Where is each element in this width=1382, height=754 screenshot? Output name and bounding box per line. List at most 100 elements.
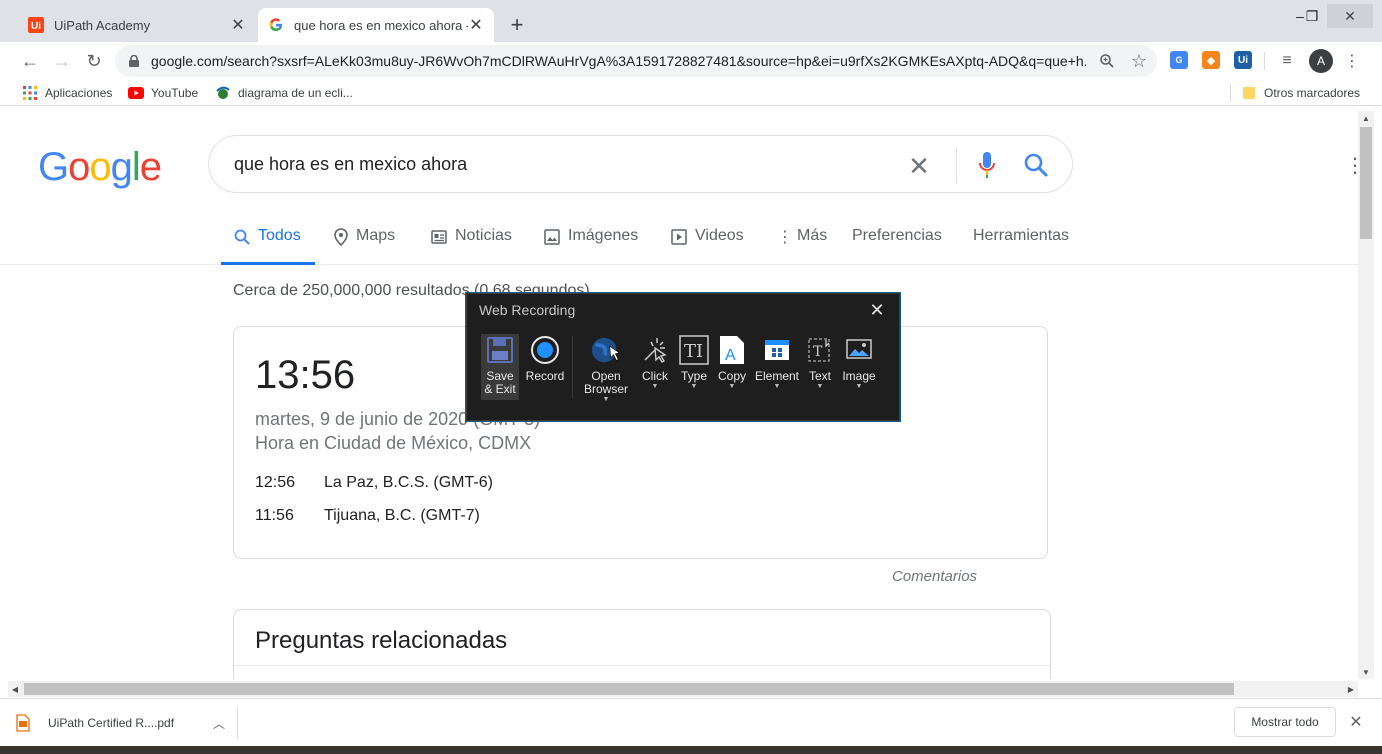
back-icon[interactable]: ← <box>16 48 44 74</box>
tab-videos[interactable]: Videos <box>671 227 744 265</box>
search-input[interactable]: que hora es en mexico ahora <box>208 135 1073 193</box>
scroll-right-icon[interactable]: ▶ <box>1344 681 1358 697</box>
tab-close-icon[interactable]: ✕ <box>230 17 246 34</box>
logo-letter: o <box>89 145 111 189</box>
scrollbar-thumb[interactable] <box>24 683 1234 695</box>
tab-title: que hora es en mexico ahora - Bu <box>294 17 468 33</box>
svg-text:Ui: Ui <box>31 21 41 32</box>
open-browser-button[interactable]: Open Browser ▼ <box>579 334 633 403</box>
logo-letter: g <box>110 145 133 189</box>
forward-icon[interactable]: → <box>48 48 76 74</box>
tab-todos[interactable]: Todos <box>221 227 315 265</box>
svg-text:A: A <box>725 347 736 364</box>
new-tab-icon[interactable]: + <box>506 12 528 37</box>
text-button[interactable]: T Text ▼ <box>805 334 835 400</box>
logo-letter: e <box>139 145 162 189</box>
other-bookmarks[interactable]: Otros marcadores <box>1241 84 1360 102</box>
element-button[interactable]: Element ▼ <box>753 334 801 400</box>
more-dots-icon: ⋮ <box>777 229 793 246</box>
zone-time: 12:56 <box>255 474 296 491</box>
scroll-down-icon[interactable]: ▼ <box>1358 665 1374 679</box>
feedback-link[interactable]: Comentarios <box>892 568 977 585</box>
horizontal-scrollbar[interactable]: ◀ ▶ <box>8 681 1358 697</box>
bookmark-star-icon[interactable]: ☆ <box>1129 51 1149 71</box>
tab-title: UiPath Academy <box>54 17 151 33</box>
microphone-icon[interactable] <box>975 150 999 180</box>
download-item[interactable]: UiPath Certified R....pdf ︿ <box>16 707 238 739</box>
copy-icon: A <box>716 334 748 366</box>
metamask-extension-icon[interactable]: ◆ <box>1202 51 1220 69</box>
toolbar-separator <box>1264 52 1265 70</box>
tab-noticias[interactable]: Noticias <box>431 227 512 265</box>
web-recording-toolbar: Web Recording ✕ Save & Exit Record Open … <box>466 293 900 421</box>
dropdown-caret-icon[interactable]: ▼ <box>856 383 863 391</box>
search-separator <box>956 147 957 183</box>
tool-label: Text <box>808 369 831 383</box>
restore-icon[interactable]: ❐ <box>1300 4 1324 28</box>
address-bar[interactable]: google.com/search?sxsrf=ALeKk03mu8uy-JR6… <box>115 45 1157 77</box>
bookmark-youtube[interactable]: YouTube <box>128 84 198 102</box>
save-exit-button[interactable]: Save & Exit <box>481 334 519 400</box>
uipath-extension-icon[interactable]: Ui <box>1234 51 1252 69</box>
tab-close-icon[interactable]: ✕ <box>468 17 484 34</box>
element-icon <box>761 334 793 366</box>
tool-label: Record <box>525 369 565 383</box>
search-icon <box>234 227 250 247</box>
zone-place: Tijuana, B.C. (GMT-7) <box>324 507 480 524</box>
scroll-up-icon[interactable]: ▲ <box>1358 111 1374 125</box>
media-queue-icon[interactable]: ≡ <box>1277 51 1297 71</box>
search-tabs: Todos Maps Noticias Imágenes Videos ⋮ Má… <box>0 215 1358 265</box>
recorder-title: Web Recording <box>479 302 576 318</box>
dropdown-caret-icon[interactable]: ▼ <box>691 383 698 391</box>
toolbar: ← → ↻ google.com/search?sxsrf=ALeKk03mu8… <box>0 42 1382 80</box>
search-icon[interactable] <box>1022 151 1050 179</box>
clear-search-icon[interactable]: ✕ <box>905 151 933 181</box>
image-button[interactable]: Image ▼ <box>839 334 879 400</box>
copy-button[interactable]: A Copy ▼ <box>715 334 749 400</box>
news-icon <box>431 227 447 247</box>
tab-mas[interactable]: ⋮ Más <box>777 227 827 265</box>
dropdown-caret-icon[interactable]: ▼ <box>774 383 781 391</box>
record-button[interactable]: Record <box>523 334 567 400</box>
svg-text:T: T <box>813 344 823 360</box>
scrollbar-thumb[interactable] <box>1360 127 1372 239</box>
chrome-menu-icon[interactable]: ⋮ <box>1342 51 1362 71</box>
tab-uipath-academy[interactable]: Ui UiPath Academy ✕ <box>18 8 256 42</box>
bookmark-diagrama[interactable]: diagrama de un ecli... <box>215 84 353 102</box>
dropdown-caret-icon[interactable]: ▼ <box>652 383 659 391</box>
page-menu-icon[interactable]: ⋮ <box>1345 153 1358 177</box>
close-download-bar-icon[interactable]: ✕ <box>1346 712 1366 732</box>
vertical-scrollbar[interactable]: ▲ ▼ <box>1358 111 1374 679</box>
tab-maps[interactable]: Maps <box>334 227 395 265</box>
globe-icon <box>590 334 622 366</box>
window-close-icon[interactable]: ✕ <box>1327 4 1373 28</box>
chevron-up-icon[interactable]: ︿ <box>213 715 237 732</box>
show-all-downloads-button[interactable]: Mostrar todo <box>1234 707 1336 737</box>
reload-icon[interactable]: ↻ <box>80 48 108 74</box>
bookmark-apps[interactable]: Aplicaciones <box>22 84 112 102</box>
tool-separator <box>572 336 573 398</box>
scroll-left-icon[interactable]: ◀ <box>8 681 22 697</box>
tab-herramientas[interactable]: Herramientas <box>973 227 1069 265</box>
click-button[interactable]: Click ▼ <box>637 334 673 400</box>
tab-google-search[interactable]: que hora es en mexico ahora - Bu ✕ <box>258 8 494 42</box>
tab-preferencias[interactable]: Preferencias <box>852 227 942 265</box>
record-icon <box>529 334 561 366</box>
dropdown-caret-icon[interactable]: ▼ <box>603 396 610 404</box>
download-bar: UiPath Certified R....pdf ︿ Mostrar todo… <box>0 698 1382 746</box>
dropdown-caret-icon[interactable]: ▼ <box>729 383 736 391</box>
logo-letter: G <box>38 145 69 189</box>
video-icon <box>671 227 687 247</box>
recorder-close-icon[interactable]: ✕ <box>867 300 887 320</box>
related-questions-heading: Preguntas relacionadas <box>255 627 508 654</box>
zone-place: La Paz, B.C.S. (GMT-6) <box>324 474 493 491</box>
zoom-icon[interactable] <box>1097 51 1117 71</box>
google-logo[interactable]: Google <box>38 145 162 190</box>
related-questions-card: Preguntas relacionadas <box>233 609 1051 679</box>
folder-icon <box>1241 85 1257 101</box>
translate-extension-icon[interactable]: G <box>1170 51 1188 69</box>
tab-imagenes[interactable]: Imágenes <box>544 227 638 265</box>
type-button[interactable]: TI Type ▼ <box>677 334 711 400</box>
dropdown-caret-icon[interactable]: ▼ <box>817 383 824 391</box>
profile-avatar[interactable]: A <box>1309 49 1333 73</box>
